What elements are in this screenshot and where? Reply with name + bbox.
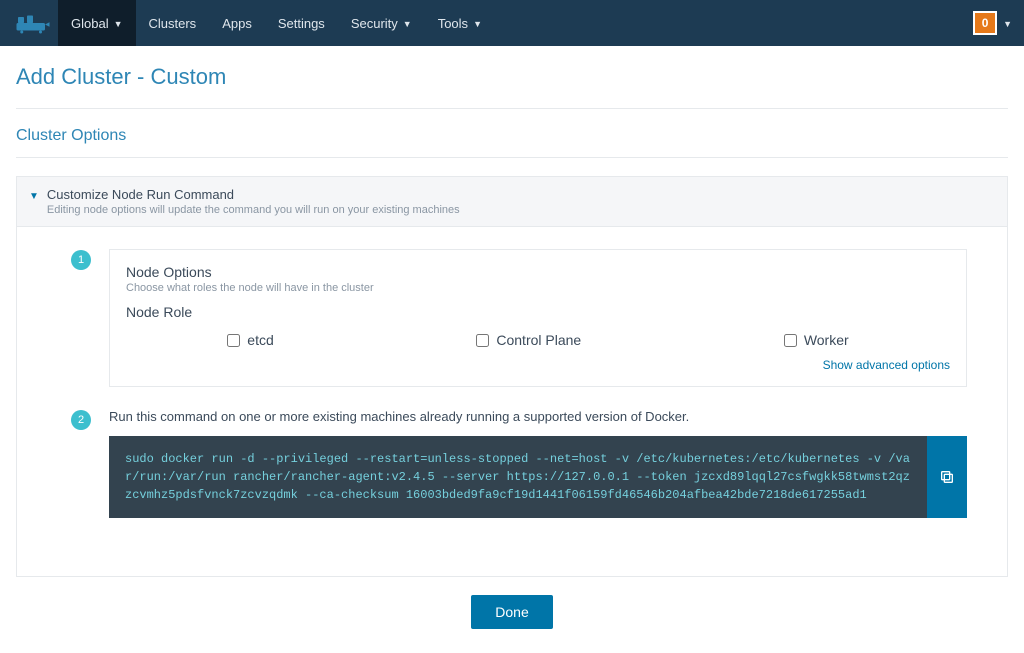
- nav-tools-label: Tools: [438, 16, 468, 31]
- rancher-logo[interactable]: [12, 12, 54, 34]
- worker-label: Worker: [804, 332, 849, 348]
- user-avatar[interactable]: 0: [973, 11, 997, 35]
- step-badge-1: 1: [71, 250, 91, 270]
- nav-global-label: Global: [71, 16, 109, 31]
- step-2: 2 Run this command on one or more existi…: [71, 409, 967, 518]
- step2-description: Run this command on one or more existing…: [109, 409, 967, 424]
- nav-security-label: Security: [351, 16, 398, 31]
- panel-body: 1 Node Options Choose what roles the nod…: [17, 227, 1007, 576]
- step-1: 1 Node Options Choose what roles the nod…: [71, 249, 967, 387]
- role-control-plane[interactable]: Control Plane: [476, 332, 581, 348]
- role-etcd[interactable]: etcd: [227, 332, 273, 348]
- divider: [16, 108, 1008, 109]
- navbar-right: 0 ▼: [973, 11, 1012, 35]
- chevron-down-icon: ▼: [473, 19, 482, 29]
- control-plane-label: Control Plane: [496, 332, 581, 348]
- panel-header[interactable]: ▼ Customize Node Run Command Editing nod…: [17, 177, 1007, 227]
- step-badge-2: 2: [71, 410, 91, 430]
- page-body: Add Cluster - Custom Cluster Options ▼ C…: [0, 46, 1024, 653]
- chevron-down-icon: ▼: [114, 19, 123, 29]
- nav-global[interactable]: Global ▼: [58, 0, 136, 46]
- done-button[interactable]: Done: [471, 595, 552, 629]
- command-block: sudo docker run -d --privileged --restar…: [109, 436, 967, 518]
- advanced-options-row: Show advanced options: [126, 356, 950, 374]
- control-plane-checkbox[interactable]: [476, 334, 489, 347]
- collapse-icon: ▼: [29, 191, 39, 202]
- panel-title: Customize Node Run Command: [47, 187, 460, 202]
- nav-apps[interactable]: Apps: [209, 0, 265, 46]
- command-text[interactable]: sudo docker run -d --privileged --restar…: [109, 436, 927, 518]
- customize-panel: ▼ Customize Node Run Command Editing nod…: [16, 176, 1008, 577]
- divider: [16, 157, 1008, 158]
- panel-subtitle: Editing node options will update the com…: [47, 204, 460, 216]
- user-initial: 0: [982, 16, 989, 30]
- node-options-title: Node Options: [126, 264, 950, 280]
- top-navbar: Global ▼ Clusters Apps Settings Security…: [0, 0, 1024, 46]
- nav-settings-label: Settings: [278, 16, 325, 31]
- node-options-box: Node Options Choose what roles the node …: [109, 249, 967, 387]
- nav-security[interactable]: Security ▼: [338, 0, 425, 46]
- node-role-label: Node Role: [126, 304, 950, 320]
- chevron-down-icon: ▼: [403, 19, 412, 29]
- node-options-subtitle: Choose what roles the node will have in …: [126, 282, 950, 294]
- copy-button[interactable]: [927, 436, 967, 518]
- nav-settings[interactable]: Settings: [265, 0, 338, 46]
- etcd-label: etcd: [247, 332, 273, 348]
- role-worker[interactable]: Worker: [784, 332, 849, 348]
- nav-apps-label: Apps: [222, 16, 252, 31]
- page-title: Add Cluster - Custom: [16, 64, 1008, 90]
- copy-icon: [939, 469, 955, 485]
- chevron-down-icon[interactable]: ▼: [1003, 19, 1012, 29]
- etcd-checkbox[interactable]: [227, 334, 240, 347]
- done-row: Done: [16, 595, 1008, 629]
- nav-clusters-label: Clusters: [149, 16, 197, 31]
- worker-checkbox[interactable]: [784, 334, 797, 347]
- role-row: etcd Control Plane Worker: [126, 332, 950, 348]
- section-title: Cluster Options: [16, 127, 1008, 145]
- show-advanced-link[interactable]: Show advanced options: [823, 358, 950, 372]
- nav-items: Global ▼ Clusters Apps Settings Security…: [58, 0, 495, 46]
- nav-clusters[interactable]: Clusters: [136, 0, 210, 46]
- nav-tools[interactable]: Tools ▼: [425, 0, 495, 46]
